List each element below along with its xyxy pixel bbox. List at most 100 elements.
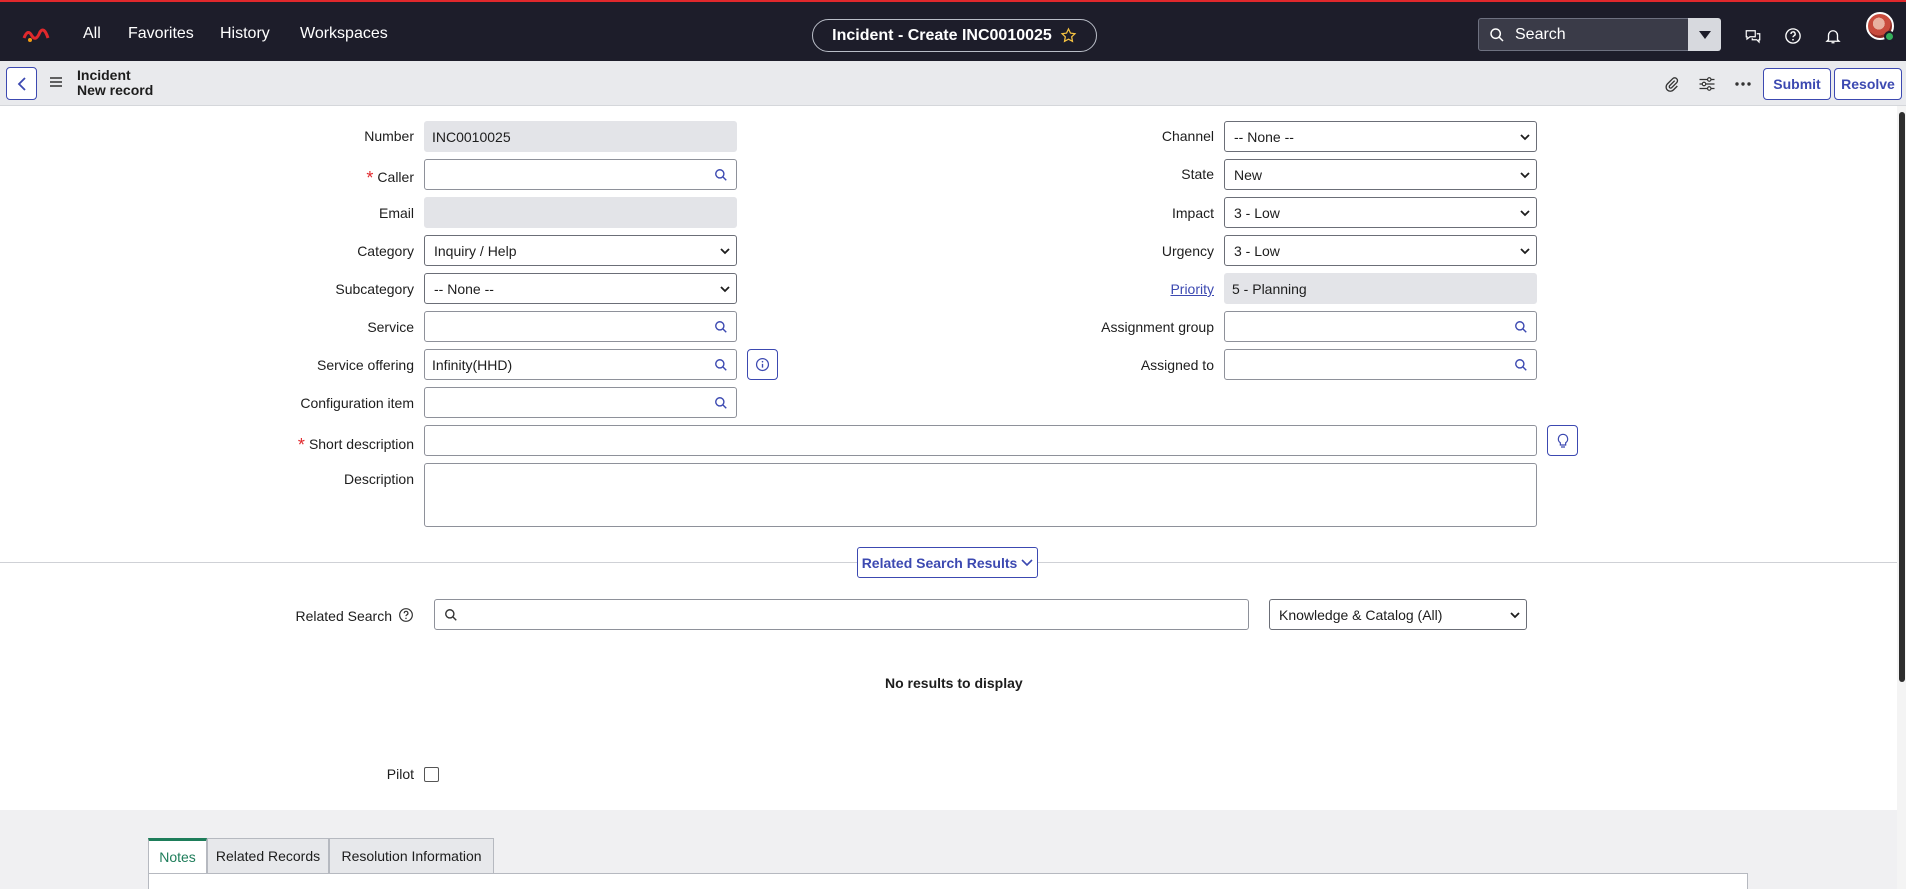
global-search[interactable]: Search bbox=[1478, 18, 1689, 51]
search-icon bbox=[715, 320, 727, 333]
assigned-to-input[interactable] bbox=[1224, 349, 1507, 380]
related-search-source-value: Knowledge & Catalog (All) bbox=[1279, 606, 1443, 623]
number-label: Number bbox=[364, 128, 414, 144]
email-field bbox=[424, 197, 737, 228]
bell-icon[interactable] bbox=[1823, 26, 1843, 46]
record-table-name: Incident bbox=[77, 67, 131, 83]
help-icon[interactable] bbox=[1783, 26, 1803, 46]
priority-value: 5 - Planning bbox=[1232, 280, 1307, 297]
service-offering-info-button[interactable] bbox=[747, 349, 778, 380]
no-results-message: No results to display bbox=[885, 675, 1023, 691]
star-icon[interactable] bbox=[1060, 27, 1077, 44]
caller-label-text: Caller bbox=[377, 169, 414, 185]
tab-panel bbox=[148, 873, 1748, 889]
configuration-item-lookup-button[interactable] bbox=[706, 387, 737, 418]
required-marker: * bbox=[297, 435, 305, 455]
assignment-group-lookup-button[interactable] bbox=[1506, 311, 1537, 342]
chevron-down-icon bbox=[1520, 248, 1530, 255]
impact-value: 3 - Low bbox=[1234, 204, 1280, 221]
search-scope-dropdown[interactable] bbox=[1688, 18, 1721, 51]
resolve-button[interactable]: Resolve bbox=[1834, 68, 1902, 100]
tab-notes[interactable]: Notes bbox=[148, 838, 207, 873]
urgency-label: Urgency bbox=[1161, 243, 1214, 259]
chevron-down-icon bbox=[1510, 612, 1520, 619]
assignment-group-label: Assignment group bbox=[1101, 319, 1214, 335]
description-textarea[interactable] bbox=[424, 463, 1537, 527]
top-navigation: All Favorites History Workspaces Inciden… bbox=[0, 10, 1906, 61]
state-value: New bbox=[1234, 166, 1263, 183]
assignment-group-input[interactable] bbox=[1224, 311, 1507, 342]
chevron-down-icon bbox=[720, 248, 730, 255]
logo-icon[interactable] bbox=[22, 26, 50, 44]
short-description-input[interactable] bbox=[424, 425, 1537, 456]
channel-label: Channel bbox=[1161, 128, 1214, 144]
impact-select[interactable]: 3 - Low bbox=[1224, 197, 1537, 228]
caller-lookup-button[interactable] bbox=[706, 159, 737, 190]
search-label: Search bbox=[1515, 25, 1566, 43]
nav-favorites[interactable]: Favorites bbox=[128, 25, 194, 43]
more-icon[interactable] bbox=[1733, 74, 1753, 94]
subcategory-value: -- None -- bbox=[434, 280, 494, 297]
search-icon bbox=[715, 358, 727, 371]
related-search-results-toggle[interactable]: Related Search Results bbox=[857, 547, 1038, 578]
paperclip-icon[interactable] bbox=[1662, 74, 1682, 94]
related-search-source-select[interactable]: Knowledge & Catalog (All) bbox=[1269, 599, 1527, 630]
page-title: Incident - Create INC0010025 bbox=[832, 26, 1052, 44]
back-arrow-icon bbox=[17, 76, 26, 91]
presence-indicator bbox=[1884, 31, 1895, 42]
service-input[interactable] bbox=[424, 311, 707, 342]
assigned-to-lookup-button[interactable] bbox=[1506, 349, 1537, 380]
impact-label: Impact bbox=[1171, 205, 1214, 221]
search-icon bbox=[715, 396, 727, 409]
chevron-down-icon bbox=[1021, 558, 1033, 566]
description-label: Description bbox=[343, 471, 414, 487]
state-select[interactable]: New bbox=[1224, 159, 1537, 190]
tab-resolution-information[interactable]: Resolution Information bbox=[329, 838, 494, 873]
assigned-to-label: Assigned to bbox=[1140, 357, 1214, 373]
help-circle-icon[interactable] bbox=[398, 607, 414, 623]
info-icon bbox=[755, 357, 770, 372]
channel-select[interactable]: -- None -- bbox=[1224, 121, 1537, 152]
search-icon bbox=[1515, 358, 1527, 371]
chevron-down-icon bbox=[1698, 30, 1711, 39]
back-button[interactable] bbox=[6, 67, 37, 100]
caller-input[interactable] bbox=[424, 159, 707, 190]
nav-workspaces[interactable]: Workspaces bbox=[300, 25, 388, 43]
service-offering-lookup-button[interactable] bbox=[706, 349, 737, 380]
nav-history[interactable]: History bbox=[220, 25, 270, 43]
tab-related-records[interactable]: Related Records bbox=[207, 838, 329, 873]
record-title: Incident New record bbox=[77, 68, 153, 98]
subcategory-select[interactable]: -- None -- bbox=[424, 273, 737, 304]
category-select[interactable]: Inquiry / Help bbox=[424, 235, 737, 266]
related-search-label: Related Search bbox=[295, 608, 392, 624]
suggestion-button[interactable] bbox=[1547, 425, 1578, 456]
number-value: INC0010025 bbox=[432, 128, 511, 145]
chevron-down-icon bbox=[1520, 210, 1530, 217]
category-value: Inquiry / Help bbox=[434, 242, 517, 259]
configuration-item-input[interactable] bbox=[424, 387, 707, 418]
priority-field: 5 - Planning bbox=[1224, 273, 1537, 304]
scrollbar-thumb[interactable] bbox=[1899, 112, 1905, 682]
short-description-label: * Short description bbox=[260, 433, 414, 455]
submit-button[interactable]: Submit bbox=[1763, 68, 1831, 100]
configuration-item-label: Configuration item bbox=[300, 395, 414, 411]
required-marker: * bbox=[366, 168, 374, 188]
service-offering-input[interactable]: Infinity(HHD) bbox=[424, 349, 707, 380]
service-offering-label: Service offering bbox=[316, 357, 414, 373]
brand-stripe bbox=[0, 0, 1906, 10]
service-lookup-button[interactable] bbox=[706, 311, 737, 342]
pilot-label: Pilot bbox=[386, 766, 414, 782]
chat-icon[interactable] bbox=[1743, 26, 1763, 46]
urgency-select[interactable]: 3 - Low bbox=[1224, 235, 1537, 266]
nav-all[interactable]: All bbox=[83, 25, 101, 43]
priority-link[interactable]: Priority bbox=[1170, 281, 1214, 297]
search-icon bbox=[445, 609, 457, 621]
pilot-checkbox[interactable] bbox=[424, 767, 439, 782]
related-search-input[interactable] bbox=[434, 599, 1249, 630]
menu-icon[interactable] bbox=[49, 75, 63, 89]
channel-value: -- None -- bbox=[1234, 128, 1294, 145]
urgency-value: 3 - Low bbox=[1234, 242, 1280, 259]
sliders-icon[interactable] bbox=[1697, 74, 1717, 94]
search-icon bbox=[1515, 320, 1527, 333]
search-icon bbox=[1490, 27, 1504, 42]
